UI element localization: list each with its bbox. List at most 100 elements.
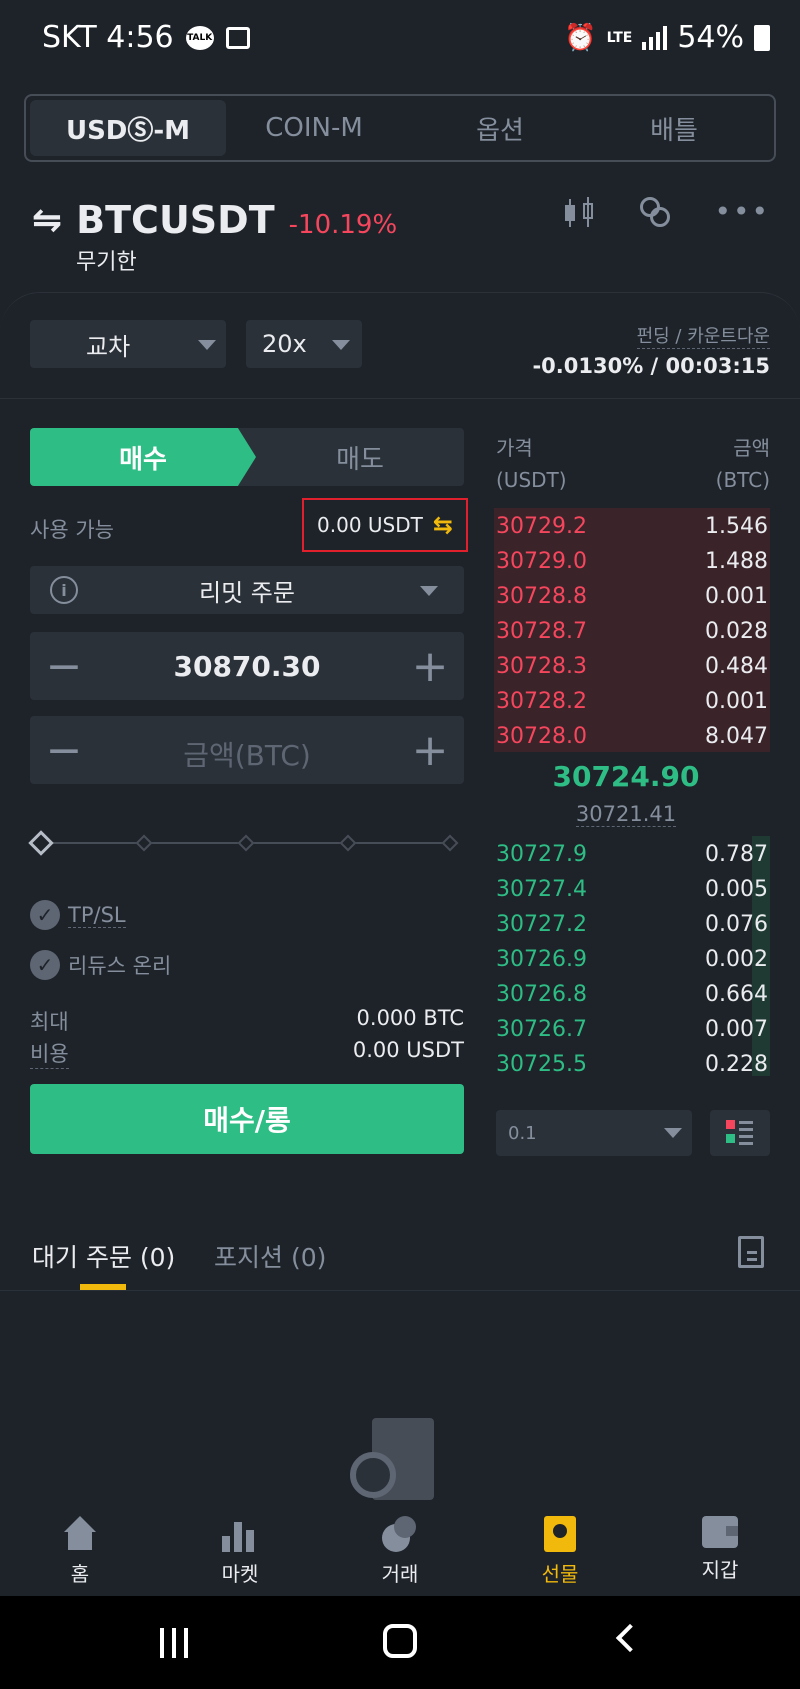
nav-wallet-label: 지갑 [701,1558,739,1582]
talk-icon: TALK [185,25,214,50]
bid-row[interactable]: 30727.2 0.076 [496,908,770,943]
nav-futures-label: 선물 [541,1562,579,1586]
alarm-icon: ⏰ [564,22,597,53]
futures-icon [544,1516,576,1552]
reduce-only-checkbox[interactable]: ✓ 리듀스 온리 [30,950,171,980]
candlestick-chart-icon[interactable] [564,195,596,231]
transfer-icon[interactable]: ⇆ [433,511,453,539]
orderbook-price-header: 가격 (USDT) [496,432,567,496]
tab-battle[interactable]: 배틀 [576,100,772,156]
price-input[interactable]: 30870.30 [30,650,464,683]
bid-price: 30726.7 [496,1017,587,1042]
nav-home-label: 홈 [70,1562,90,1586]
tick-size-dropdown[interactable]: 0.1 [496,1110,692,1156]
available-balance[interactable]: 0.00 USDT ⇆ [302,498,468,552]
ask-row[interactable]: 30728.7 0.028 [496,615,770,650]
price-header-label: 가격 [496,436,533,460]
nav-markets[interactable]: 마켓 [190,1516,290,1587]
contract-type-tabs: USDⓈ-M COIN-M 옵션 배틀 [24,94,776,162]
bid-row[interactable]: 30726.8 0.664 [496,978,770,1013]
back-icon[interactable] [615,1623,645,1653]
recent-apps-icon[interactable] [160,1628,194,1658]
ask-price: 30728.2 [496,689,587,714]
last-price[interactable]: 30724.90 [496,760,756,793]
home-button-icon[interactable] [383,1624,417,1658]
divider [0,398,800,399]
amount-stepper[interactable]: − 금액(BTC) + [30,716,464,784]
nav-futures[interactable]: 선물 [510,1516,610,1587]
ask-amount: 1.546 [705,514,768,539]
ask-row[interactable]: 30728.8 0.001 [496,580,770,615]
carrier-time: SKT 4:56 [42,20,174,55]
orderbook-amount-header: 금액 (BTC) [716,432,770,496]
ask-row[interactable]: 30728.3 0.484 [496,650,770,685]
ask-row[interactable]: 30728.0 8.047 [496,720,770,755]
symbol-header[interactable]: ⇋ BTCUSDT -10.19% [32,190,397,250]
bid-row[interactable]: 30725.5 0.228 [496,1048,770,1083]
nav-trade-label: 거래 [381,1562,419,1586]
nav-home[interactable]: 홈 [30,1516,130,1587]
trade-icon [382,1516,418,1552]
leverage-dropdown[interactable]: 20x [246,320,362,368]
amount-header-label: 금액 [733,436,770,460]
ask-amount: 0.484 [705,654,768,679]
sell-tab[interactable]: 매도 [256,428,464,486]
tpsl-checkbox[interactable]: ✓ TP/SL [30,900,126,930]
funding-value: -0.0130% / 00:03:15 [532,354,770,378]
ask-row[interactable]: 30729.2 1.546 [496,510,770,545]
ask-row[interactable]: 30728.2 0.001 [496,685,770,720]
orderbook-layout-icon [726,1120,754,1146]
ask-price: 30728.8 [496,584,587,609]
plus-icon[interactable]: + [400,716,460,784]
bid-amount: 0.228 [705,1052,768,1077]
amount-input[interactable]: 금액(BTC) [30,734,464,774]
link-icon[interactable] [638,195,672,229]
available-value: 0.00 USDT [317,513,423,537]
bottom-nav: 홈 마켓 거래 선물 지갑 [0,1500,800,1596]
tab-open-orders[interactable]: 대기 주문 (0) [32,1238,175,1274]
battery-level: 54% [677,20,744,55]
tab-positions[interactable]: 포지션 (0) [214,1238,326,1274]
plus-icon[interactable]: + [400,632,460,700]
funding-label[interactable]: 펀딩 / 카운트다운 [636,322,770,349]
signal-icon [642,25,668,50]
nav-wallet[interactable]: 지갑 [670,1516,770,1583]
more-icon[interactable]: ••• [714,195,770,231]
tab-usds-m[interactable]: USDⓈ-M [30,100,226,156]
nav-trade[interactable]: 거래 [350,1516,450,1587]
available-label: 사용 가능 [30,518,114,542]
document-icon[interactable] [738,1236,764,1268]
orderbook-layout-button[interactable] [710,1110,770,1156]
bid-row[interactable]: 30726.7 0.007 [496,1013,770,1048]
max-value: 0.000 BTC [356,1006,464,1030]
mark-price[interactable]: 30721.41 [575,802,677,827]
ask-row[interactable]: 30729.0 1.488 [496,545,770,580]
ask-price: 30729.2 [496,514,587,539]
bid-row[interactable]: 30727.9 0.787 [496,838,770,873]
bid-price: 30725.5 [496,1052,587,1077]
wallet-icon [702,1516,738,1548]
leverage-label: 20x [262,330,307,358]
network-label: LTE [606,29,633,46]
bid-price: 30727.4 [496,877,587,902]
cost-label[interactable]: 비용 [30,1038,69,1069]
tab-options[interactable]: 옵션 [402,100,598,156]
ask-price: 30728.7 [496,619,587,644]
order-type-dropdown[interactable]: i 리밋 주문 [30,566,464,614]
mark-price-wrap: 30721.41 [496,802,756,827]
buy-long-button[interactable]: 매수/롱 [30,1084,464,1154]
bid-row[interactable]: 30727.4 0.005 [496,873,770,908]
contract-subtitle: 무기한 [76,250,137,275]
ask-amount: 8.047 [705,724,768,749]
bid-amount: 0.007 [705,1017,768,1042]
bid-row[interactable]: 30726.9 0.002 [496,943,770,978]
margin-mode-dropdown[interactable]: 교차 [30,320,226,368]
price-unit-label: (USDT) [496,468,567,492]
status-left: SKT 4:56 TALK [42,20,250,55]
tab-coin-m[interactable]: COIN-M [216,100,412,156]
price-stepper[interactable]: − 30870.30 + [30,632,464,700]
buy-tab[interactable]: 매수 [30,428,256,486]
ask-price: 30729.0 [496,549,587,574]
swap-arrows-icon[interactable]: ⇋ [32,200,62,241]
status-right: ⏰ LTE 54% [564,20,770,55]
